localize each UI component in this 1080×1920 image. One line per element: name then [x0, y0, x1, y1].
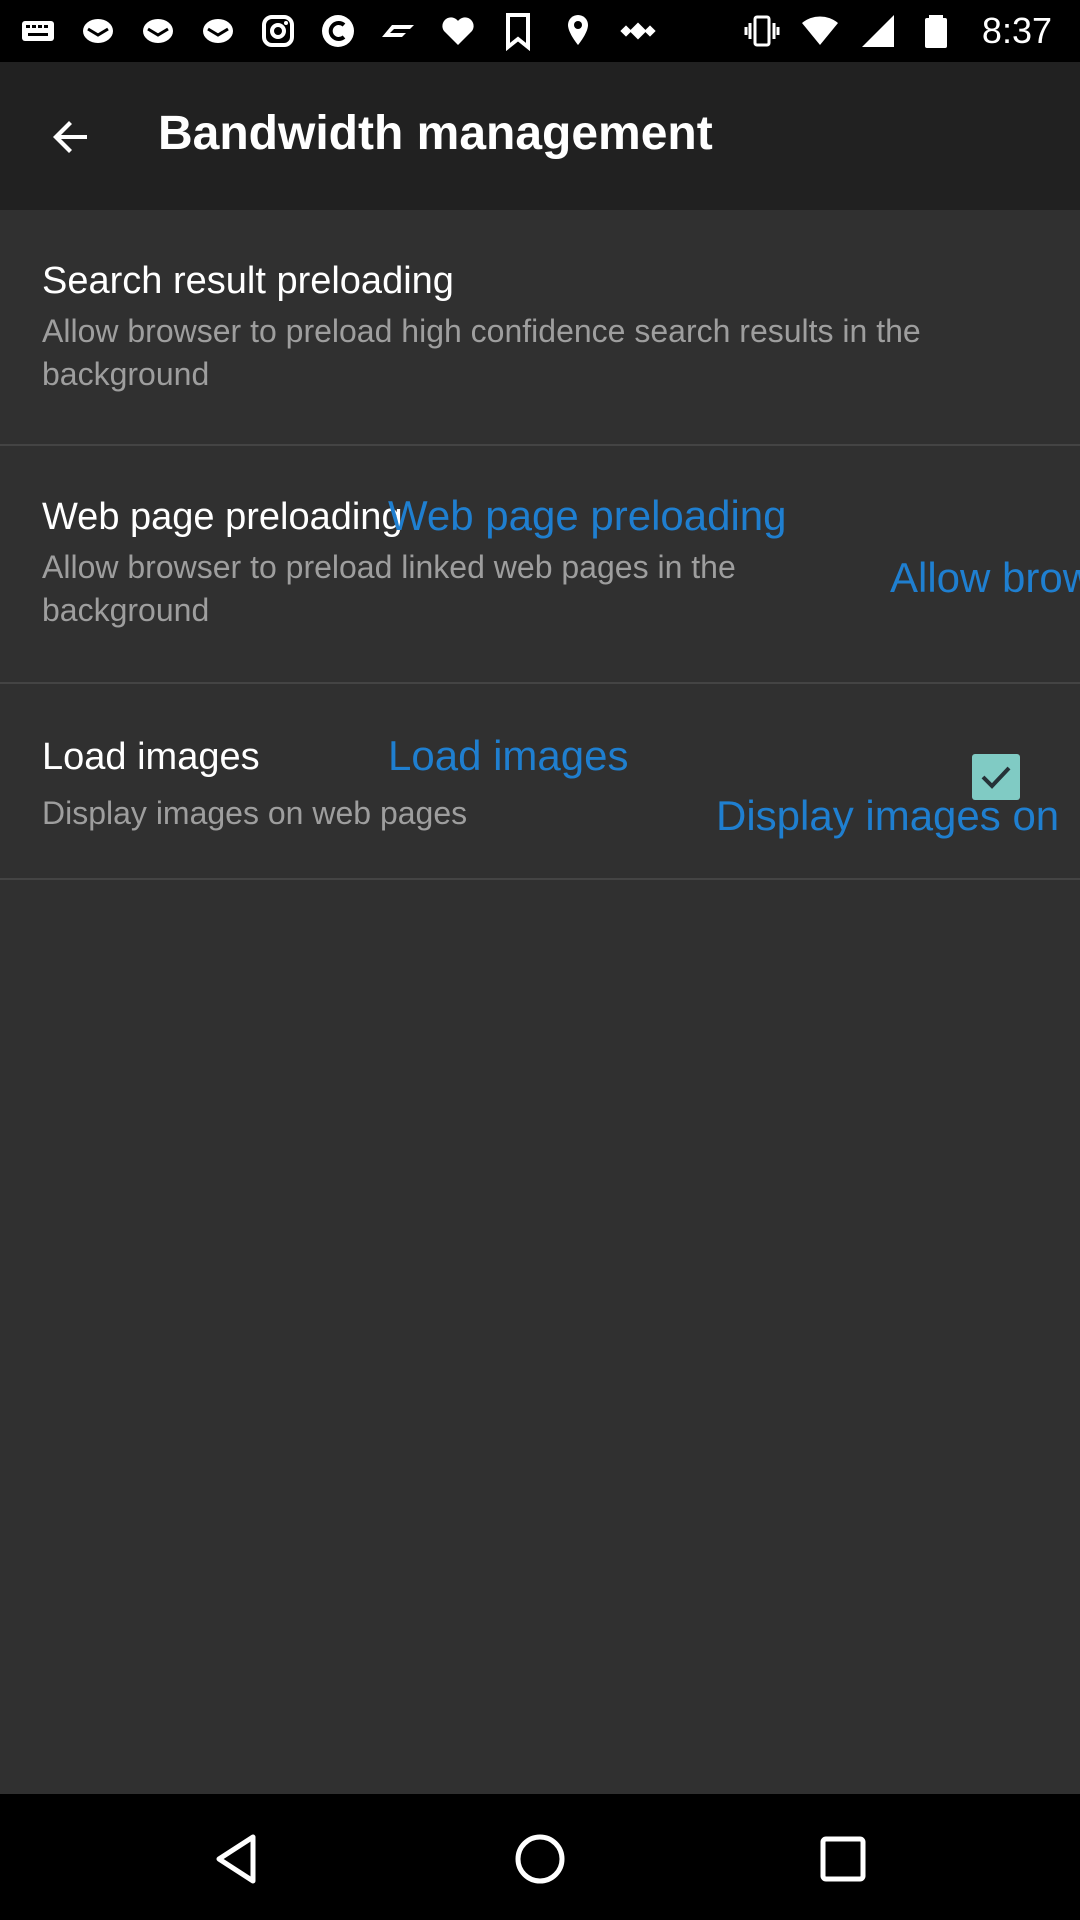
heart-icon: [438, 11, 478, 51]
battery-icon: [916, 11, 956, 51]
overlay-summary: Allow brow: [890, 554, 1080, 601]
navigation-bar: [0, 1794, 1080, 1920]
nav-back-button[interactable]: [204, 1824, 274, 1894]
back-button[interactable]: [36, 102, 106, 172]
satellite-icon: [618, 11, 658, 51]
fake-gps-icon: [558, 11, 598, 51]
wifi-icon: [800, 11, 840, 51]
mail-icon: [138, 11, 178, 51]
status-bar: 8:37: [0, 0, 1080, 62]
square-recents-icon: [820, 1836, 866, 1882]
vibrate-icon: [742, 11, 782, 51]
app-bar: Bandwidth management: [0, 62, 1080, 210]
pref-web-page-preloading[interactable]: Web page preloading Allow browser to pre…: [0, 446, 1080, 684]
triangle-back-icon: [216, 1834, 256, 1884]
pref-summary: Display images on web pages: [42, 795, 468, 831]
page-title: Bandwidth management: [158, 107, 713, 160]
pref-load-images[interactable]: Load images Display images on web pages …: [0, 684, 1080, 880]
mail-icon: [198, 11, 238, 51]
instagram-icon: [258, 11, 298, 51]
keyboard-icon: [18, 11, 58, 51]
overlay-title: Load images: [388, 732, 629, 779]
system-icons: 8:37: [742, 8, 1052, 54]
notification-icons: [18, 8, 658, 54]
pref-summary: Allow browser to preload high confidence…: [42, 313, 921, 392]
circle-home-icon: [515, 1834, 565, 1884]
f1-icon: [378, 11, 418, 51]
check-icon: [981, 766, 1011, 789]
pref-summary: Allow browser to preload linked web page…: [42, 549, 736, 628]
mail-icon: [78, 11, 118, 51]
overlay-title: Web page preloading: [388, 492, 787, 539]
load-images-checkbox[interactable]: [972, 754, 1020, 800]
nav-recents-button[interactable]: [808, 1824, 878, 1894]
nav-home-button[interactable]: [505, 1824, 575, 1894]
bookmark-icon: [498, 11, 538, 51]
status-time: 8:37: [981, 10, 1052, 51]
settings-list: Search result preloading Allow browser t…: [0, 210, 1080, 880]
arrow-back-icon: [53, 121, 87, 153]
circle-c-icon: [318, 11, 358, 51]
pref-title: Search result preloading: [42, 260, 454, 302]
pref-title: Web page preloading: [42, 496, 403, 538]
pref-search-result-preloading[interactable]: Search result preloading Allow browser t…: [0, 210, 1080, 446]
signal-icon: [858, 11, 898, 51]
pref-title: Load images: [42, 736, 260, 778]
